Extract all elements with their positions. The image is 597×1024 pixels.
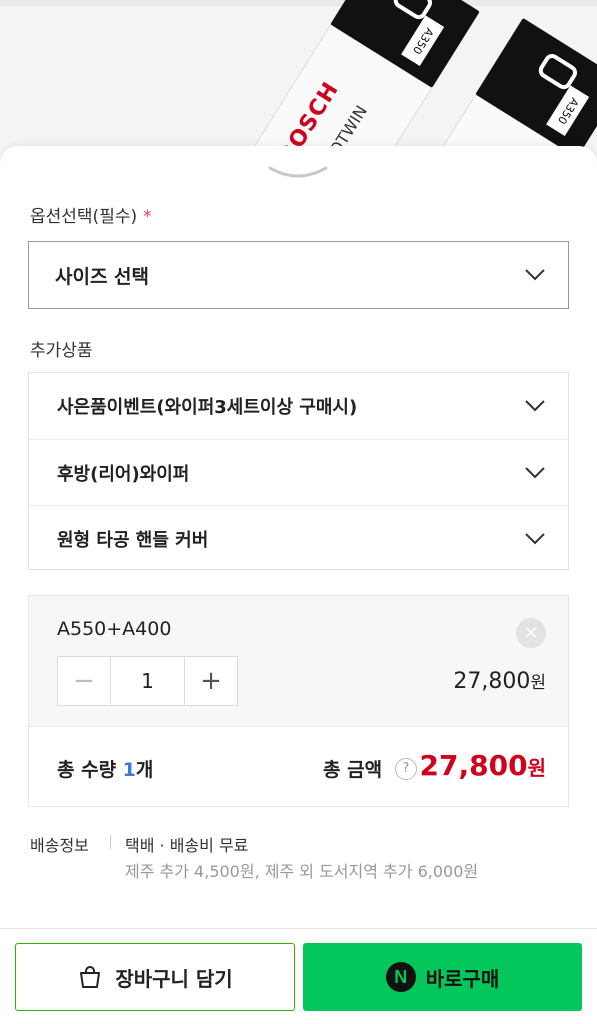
addon-item-handle-cover[interactable]: 원형 타공 핸들 커버 <box>29 505 568 571</box>
decrease-quantity-button[interactable]: − <box>58 657 110 705</box>
addon-item-label: 사은품이벤트(와이퍼3세트이상 구매시) <box>57 397 358 418</box>
shopping-bag-icon <box>80 966 101 988</box>
addons-label: 추가상품 <box>30 341 93 361</box>
buy-now-button[interactable]: N 바로구매 <box>303 943 582 1011</box>
total-qty-label: 총 수량 <box>57 759 123 781</box>
item-price: 27,800원 <box>453 668 546 694</box>
shipping-extra-fee-text: 제주 추가 4,500원, 제주 외 도서지역 추가 6,000원 <box>125 862 479 881</box>
chevron-down-icon <box>525 269 545 281</box>
top-divider <box>0 0 597 6</box>
selected-item-panel: A550+A400 × − 1 + 27,800원 총 수량 1개 총 금액 ?… <box>28 595 569 807</box>
addon-item-rear-wiper[interactable]: 후방(리어)와이퍼 <box>29 439 568 505</box>
item-price-currency: 원 <box>530 673 546 693</box>
naver-pay-icon: N <box>385 962 416 992</box>
buy-now-label: 바로구매 <box>425 966 500 991</box>
options-label: 옵션선택(필수) * <box>30 207 152 227</box>
addon-item-gift-event[interactable]: 사은품이벤트(와이퍼3세트이상 구매시) <box>29 373 568 439</box>
size-select-label: 사이즈 선택 <box>55 265 150 288</box>
addon-item-label: 후방(리어)와이퍼 <box>57 463 190 485</box>
increase-quantity-button[interactable]: + <box>185 657 237 705</box>
total-amount-currency: 원 <box>527 756 546 780</box>
shipping-label: 배송정보 <box>30 836 89 855</box>
purchase-footer: 장바구니 담기 N 바로구매 <box>0 928 597 1024</box>
totals-bar: 총 수량 1개 총 금액 ? 27,800원 <box>29 726 568 806</box>
total-qty-unit: 개 <box>135 759 154 781</box>
add-to-cart-label: 장바구니 담기 <box>115 966 233 991</box>
quantity-input[interactable]: 1 <box>110 657 185 705</box>
total-qty-value: 1 <box>122 759 136 781</box>
collapse-handle-icon[interactable] <box>266 162 330 184</box>
shipping-main-text: 택배 · 배송비 무료 <box>125 836 249 855</box>
quantity-stepper: − 1 + <box>57 656 238 706</box>
size-select-dropdown[interactable]: 사이즈 선택 <box>28 241 569 309</box>
item-price-value: 27,800 <box>453 669 531 694</box>
required-mark: * <box>143 207 152 227</box>
addon-list: 사은품이벤트(와이퍼3세트이상 구매시) 후방(리어)와이퍼 원형 타공 핸들 … <box>28 372 569 570</box>
chevron-down-icon <box>525 466 545 478</box>
total-amount: 27,800원 <box>420 749 546 782</box>
addon-item-label: 원형 타공 핸들 커버 <box>57 529 209 551</box>
total-amount-value: 27,800 <box>419 749 528 782</box>
total-amount-label: 총 금액 <box>323 759 383 781</box>
option-sheet: 옵션선택(필수) * 사이즈 선택 추가상품 사은품이벤트(와이퍼3세트이상 구매… <box>0 146 597 1024</box>
shipping-info: 배송정보 택배 · 배송비 무료 제주 추가 4,500원, 제주 외 도서지역… <box>30 832 570 892</box>
selected-item-name: A550+A400 <box>57 618 172 640</box>
shipping-divider <box>110 835 111 849</box>
help-icon[interactable]: ? <box>395 758 417 780</box>
chevron-down-icon <box>525 532 545 544</box>
add-to-cart-button[interactable]: 장바구니 담기 <box>15 943 295 1011</box>
remove-item-button[interactable]: × <box>516 618 546 648</box>
total-quantity: 총 수량 1개 <box>57 755 153 782</box>
chevron-down-icon <box>525 400 545 412</box>
